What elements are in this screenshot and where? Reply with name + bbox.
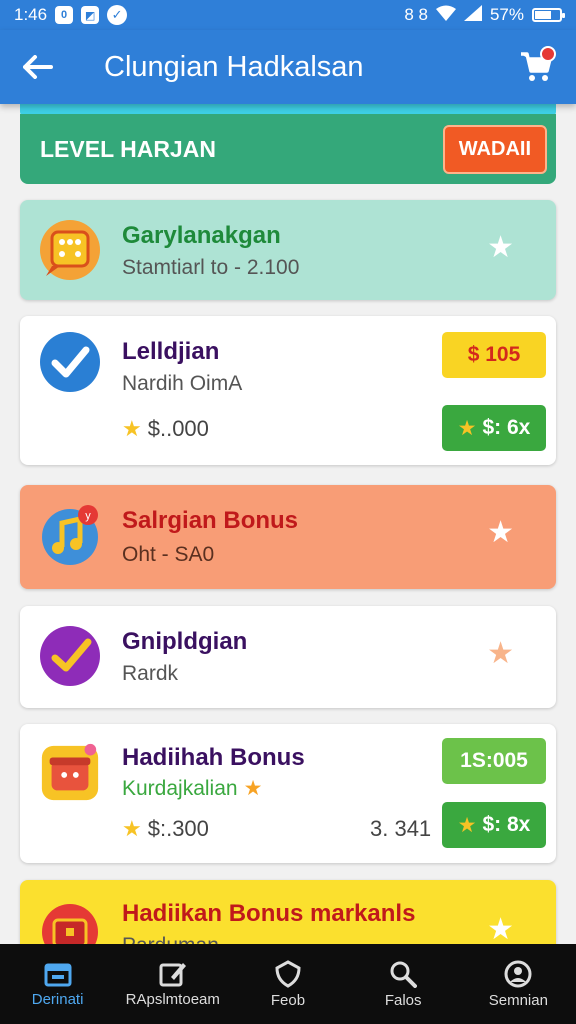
back-button[interactable] (0, 30, 76, 104)
nav-label: Derinati (31, 990, 84, 1008)
star-icon: ★ (243, 777, 263, 800)
check-circle-icon: ✓ (107, 5, 128, 25)
cart-button[interactable] (496, 30, 576, 104)
check-badge-icon (38, 624, 102, 688)
nav-label: RApslmtoeam (125, 990, 220, 1008)
pill-label: $: 8x (482, 813, 531, 836)
card-amount: 3. 341 (370, 816, 432, 841)
search-icon (390, 961, 418, 988)
signal-icon (463, 4, 482, 26)
level-action-button[interactable]: WADAII (442, 124, 547, 174)
price-pill[interactable]: 1S:005 (442, 738, 546, 784)
page-title: Clungian Hadkalsan (104, 50, 364, 83)
star-icon: ★ (122, 816, 142, 841)
star-icon[interactable]: ★ (487, 515, 514, 550)
nav-item-home[interactable]: Derinati (3, 961, 113, 1008)
nav-item-edit[interactable]: RApslmtoeam (118, 961, 228, 1008)
card-subtitle: Oht - SA0 (122, 543, 215, 566)
shield-icon (275, 959, 301, 988)
card-title: Garylanakgan (122, 222, 281, 249)
nav-item-profile[interactable]: Semnian (463, 960, 573, 1009)
card-subtitle: Kurdajkalian ★ (122, 776, 262, 801)
wifi-icon (435, 5, 456, 26)
list-item[interactable]: Gnipldgian Rardk ★ (20, 606, 556, 708)
list-item[interactable]: y Salrgian Bonus Oht - SA0 ★ (20, 485, 556, 589)
card-title: Lelldjian (122, 338, 220, 365)
battery-icon (532, 8, 565, 22)
nav-label: Semnian (488, 991, 548, 1009)
svg-text:y: y (85, 510, 91, 522)
music-icon: y (38, 503, 102, 567)
card-price: ★ $:.300 (122, 816, 209, 842)
price-value: $..000 (147, 416, 209, 441)
card-title: Gnipldgian (122, 628, 248, 655)
status-bar: 1:46 0 ◩ ✓ 8 8 57% (0, 0, 576, 30)
card-title: Hadiihah Bonus (122, 744, 305, 771)
level-header: LEVEL HARJAN WADAII (20, 114, 556, 184)
star-icon: ★ (457, 813, 477, 837)
notification-icon: 0 (55, 6, 74, 24)
reward-pill[interactable]: ★ $: 8x (442, 802, 546, 848)
clock: 1:46 (14, 5, 48, 24)
nav-label: Feob (270, 991, 306, 1009)
level-label: LEVEL HARJAN (40, 135, 216, 162)
card-title: Hadiikan Bonus markanls (122, 900, 416, 927)
list-item[interactable]: Hadiihah Bonus Kurdajkalian ★ ★ $:.300 3… (20, 724, 556, 863)
app-bar: Clungian Hadkalsan (0, 30, 576, 104)
profile-icon (504, 960, 532, 987)
store-icon (44, 963, 72, 986)
price-pill[interactable]: $ 105 (442, 332, 546, 378)
gift-box-icon (38, 740, 102, 804)
edit-icon (159, 962, 186, 986)
reward-pill[interactable]: ★ $: 6x (442, 405, 546, 451)
star-icon[interactable]: ★ (487, 230, 514, 265)
card-title: Salrgian Bonus (122, 507, 299, 534)
list-item[interactable]: Lelldjian Nardih OimA ★ $..000 $ 105 ★ $… (20, 316, 556, 465)
sync-status: 8 8 (404, 5, 428, 24)
pill-label: 1S:005 (460, 749, 528, 772)
nav-label: Falos (384, 991, 422, 1009)
nav-item-shield[interactable]: Feob (233, 959, 343, 1009)
pill-label: $: 6x (482, 416, 531, 439)
star-icon[interactable]: ★ (487, 912, 514, 947)
card-price: ★ $..000 (122, 416, 209, 442)
card-subtitle: Stamtiarl to - 2.100 (122, 256, 300, 279)
card-subtitle: Rardk (122, 662, 179, 685)
bottom-navigation: Derinati RApslmtoeam Feob Falos Semnian (0, 944, 576, 1024)
media-icon: ◩ (81, 6, 100, 24)
cart-badge (540, 46, 556, 62)
card-subtitle: Nardih OimA (122, 372, 243, 395)
pill-label: $ 105 (467, 343, 521, 366)
price-value: $:.300 (147, 816, 209, 841)
list-item[interactable]: Garylanakgan Stamtiarl to - 2.100 ★ (20, 200, 556, 300)
subtitle-text: Kurdajkalian (122, 776, 238, 800)
dice-icon (38, 218, 102, 282)
check-badge-icon (38, 330, 102, 394)
nav-item-search[interactable]: Falos (348, 960, 458, 1009)
star-icon[interactable]: ★ (487, 636, 514, 671)
arrow-left-icon (23, 55, 53, 79)
star-icon: ★ (122, 416, 142, 441)
star-icon: ★ (457, 416, 477, 440)
battery-level: 57% (489, 5, 524, 24)
